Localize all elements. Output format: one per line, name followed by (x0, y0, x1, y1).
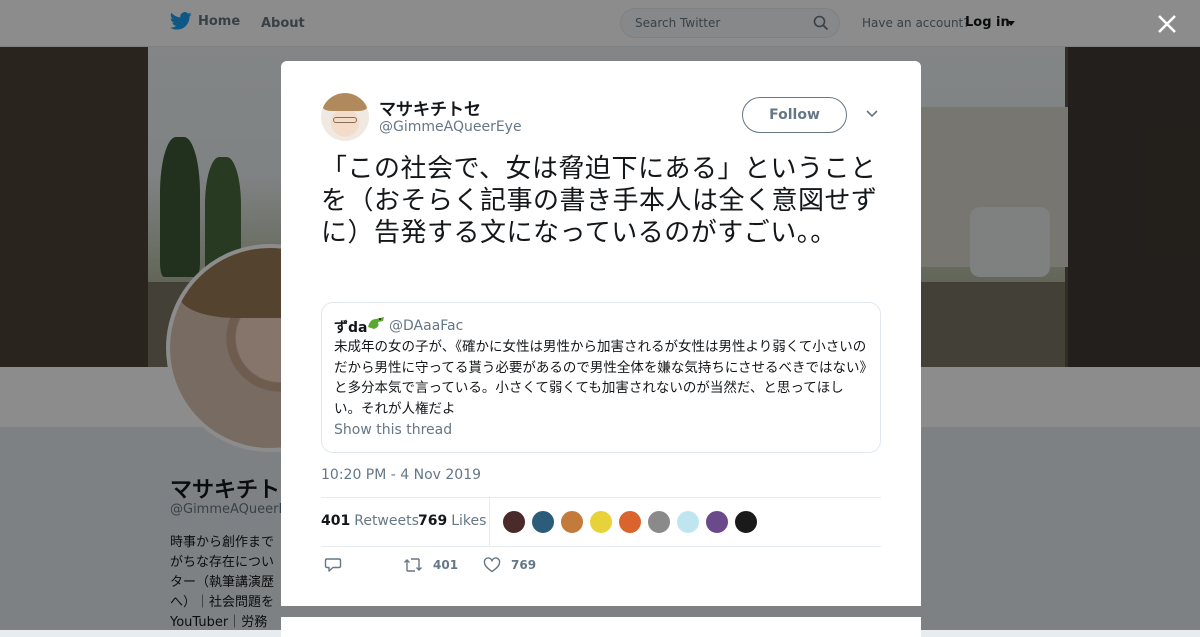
tweet-stats: 401 Retweets 769 Likes (321, 497, 881, 547)
quoted-author-name: ずda (334, 320, 368, 336)
author-name[interactable]: マサキチトセ (379, 95, 481, 120)
liker-avatars (502, 510, 763, 534)
liker-avatar[interactable] (734, 510, 758, 534)
likes-count: 769 (418, 513, 448, 529)
retweets-stat[interactable]: 401 Retweets (321, 513, 419, 529)
liker-avatar[interactable] (705, 510, 729, 534)
like-action[interactable]: 769 (483, 557, 536, 573)
retweet-icon (404, 558, 422, 572)
show-thread-link[interactable]: Show this thread (334, 422, 452, 438)
retweets-label: Retweets (354, 513, 419, 529)
follow-button[interactable]: Follow (742, 97, 847, 133)
chevron-down-icon[interactable] (865, 109, 879, 119)
quoted-tweet[interactable]: ずda @DAaaFac 未成年の女の子が、《確かに女性は男性から加害されるが女… (321, 302, 881, 453)
liker-avatar[interactable] (676, 510, 700, 534)
tweet-text: 「この社会で、女は脅迫下にある」ということを（おそらく記事の書き手本人は全く意図… (321, 154, 878, 248)
liker-avatar[interactable] (647, 510, 671, 534)
liker-avatar[interactable] (502, 510, 526, 534)
author-handle[interactable]: @GimmeAQueerEye (379, 119, 522, 135)
likes-label: Likes (451, 513, 487, 529)
tweet-modal: マサキチトセ @GimmeAQueerEye Follow 「この社会で、女は脅… (281, 61, 921, 606)
liker-avatar[interactable] (531, 510, 555, 534)
tweet-actions: 401 769 (321, 555, 881, 579)
close-icon[interactable] (1155, 12, 1179, 36)
likes-stat[interactable]: 769 Likes (418, 513, 486, 529)
next-tweet-edge (281, 617, 921, 637)
like-action-count: 769 (511, 558, 537, 572)
retweet-action-count: 401 (433, 558, 459, 572)
tweet-timestamp[interactable]: 10:20 PM - 4 Nov 2019 (321, 467, 481, 483)
author-avatar[interactable] (321, 93, 369, 141)
quoted-author-handle: @DAaaFac (389, 318, 464, 334)
quoted-tweet-text: 未成年の女の子が、《確かに女性は男性から加害されるが女性は男性より弱くて小さいの… (334, 339, 867, 417)
retweet-action[interactable]: 401 (403, 557, 458, 573)
liker-avatar[interactable] (618, 510, 642, 534)
reply-icon (324, 558, 342, 572)
liker-avatar[interactable] (589, 510, 613, 534)
crocodile-emoji-icon (368, 317, 384, 329)
retweets-count: 401 (321, 513, 351, 529)
liker-avatar[interactable] (560, 510, 584, 534)
heart-icon (483, 557, 501, 573)
reply-action[interactable] (324, 557, 352, 573)
